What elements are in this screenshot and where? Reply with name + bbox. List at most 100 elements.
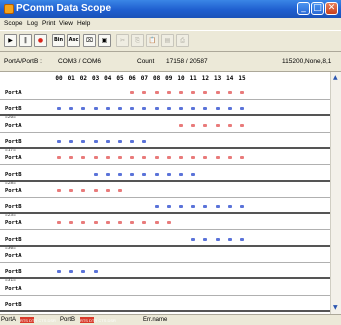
menu-bar: Scope Log Print View Help (0, 18, 341, 30)
port-label: PortA/PortB : (4, 58, 42, 65)
cut-icon[interactable]: ✂ (116, 34, 129, 47)
menu-print[interactable]: Print (42, 20, 55, 27)
byte-cell (240, 237, 244, 241)
byte-cell (69, 156, 74, 160)
byte-cell (166, 172, 171, 176)
column-header: 12 (201, 75, 209, 82)
scroll-up-icon[interactable]: ▲ (333, 74, 338, 81)
byte-cell (166, 221, 171, 225)
byte-cell (93, 156, 98, 160)
byte-cell (105, 139, 110, 143)
porta-line-state: RTS DTR CTS DSR (20, 318, 56, 323)
close-button[interactable]: ✕ (325, 2, 338, 15)
byte-cell (191, 123, 196, 127)
column-header: 04 (104, 75, 112, 82)
window-title: PComm Data Scope (16, 3, 112, 14)
byte-cell (166, 91, 171, 94)
byte-cell (130, 221, 135, 225)
column-header: 09 (165, 75, 173, 82)
paste-icon[interactable]: 📋 (146, 34, 159, 47)
byte-cell (57, 221, 61, 225)
byte-cell (227, 156, 232, 160)
row-port-label: PortA (5, 155, 22, 162)
port-names: COM3 / COM6 (58, 58, 101, 65)
table-row: PortB (0, 297, 330, 312)
byte-cell (191, 156, 196, 160)
byte-cell (191, 91, 196, 94)
byte-cell (191, 237, 196, 241)
byte-cell (81, 188, 86, 192)
byte-cell (81, 221, 86, 225)
byte-cell (118, 139, 122, 143)
line-settings: 115200,None,8,1 (282, 58, 332, 65)
menu-scope[interactable]: Scope (4, 20, 22, 27)
byte-cell (142, 172, 147, 176)
byte-cell (166, 107, 171, 111)
start-icon[interactable]: ▶ (4, 34, 17, 47)
column-header: 00 (55, 75, 63, 82)
byte-cell (154, 205, 159, 209)
minimize-button[interactable]: _ (297, 2, 310, 15)
save-icon[interactable]: ▤ (161, 34, 174, 47)
byte-cell (130, 139, 135, 143)
clear-icon[interactable]: ⌧ (83, 34, 96, 47)
byte-cell (105, 188, 110, 192)
menu-view[interactable]: View (59, 20, 73, 27)
maximize-button[interactable]: □ (311, 2, 324, 15)
scroll-down-icon[interactable]: ▼ (333, 304, 338, 311)
column-header: 01 (67, 75, 75, 82)
byte-cell (142, 139, 147, 143)
data-scope-grid[interactable]: 00 01 02 03 04 05 06 07 08 09 10 11 12 13 14 15 PortA Po… (0, 72, 330, 314)
byte-cell (69, 107, 74, 111)
byte-cell (203, 123, 208, 127)
byte-cell (154, 156, 159, 160)
vertical-scrollbar[interactable]: ▲ ▼ (330, 72, 341, 314)
byte-cell (142, 156, 147, 160)
byte-cell (154, 107, 159, 111)
title-bar: PComm Data Scope _ □ ✕ (0, 0, 341, 18)
row-port-label: PortA (5, 220, 22, 227)
menu-log[interactable]: Log (27, 20, 38, 27)
byte-cell (57, 156, 61, 160)
byte-cell (203, 205, 208, 209)
byte-cell (81, 270, 86, 274)
byte-cell (69, 270, 74, 274)
table-row: PortB (0, 167, 330, 182)
row-port-label: PortB (5, 171, 22, 178)
byte-cell (203, 237, 208, 241)
column-header: 05 (116, 75, 124, 82)
column-header: 07 (140, 75, 148, 82)
port-info-bar: PortA/PortB : COM3 / COM6 Count 17158 / … (0, 52, 341, 72)
byte-cell (93, 107, 98, 111)
byte-cell (81, 139, 86, 143)
column-header: 15 (238, 75, 246, 82)
error-name: Err.name (143, 317, 168, 323)
byte-cell (118, 188, 122, 192)
pause-icon[interactable]: ‖ (19, 34, 32, 47)
column-header: 06 (128, 75, 136, 82)
byte-cell (118, 172, 122, 176)
print-icon[interactable]: ⎙ (176, 34, 189, 47)
byte-cell (240, 91, 244, 94)
stop-icon[interactable]: ● (34, 34, 47, 47)
byte-cell (240, 107, 244, 111)
asc-button[interactable]: Asc (67, 34, 80, 47)
byte-cell (240, 123, 244, 127)
column-header: 11 (189, 75, 197, 82)
byte-cell (179, 205, 183, 209)
byte-cell (215, 156, 220, 160)
copy-icon[interactable]: ⎘ (131, 34, 144, 47)
byte-cell (154, 172, 159, 176)
porta-status-label: PortA (1, 317, 17, 323)
menu-help[interactable]: Help (77, 20, 90, 27)
toolbar: ▶ ‖ ● Bin Asc ⌧ ▣ ✂ ⎘ 📋 ▤ ⎙ (0, 30, 341, 52)
table-row: PortA (0, 215, 330, 231)
byte-cell (93, 270, 98, 274)
byte-cell (191, 172, 196, 176)
byte-cell (179, 123, 183, 127)
byte-cell (57, 188, 61, 192)
bin-button[interactable]: Bin (52, 34, 65, 47)
column-header: 13 (213, 75, 222, 82)
byte-cell (179, 107, 183, 111)
window-icon[interactable]: ▣ (98, 34, 111, 47)
